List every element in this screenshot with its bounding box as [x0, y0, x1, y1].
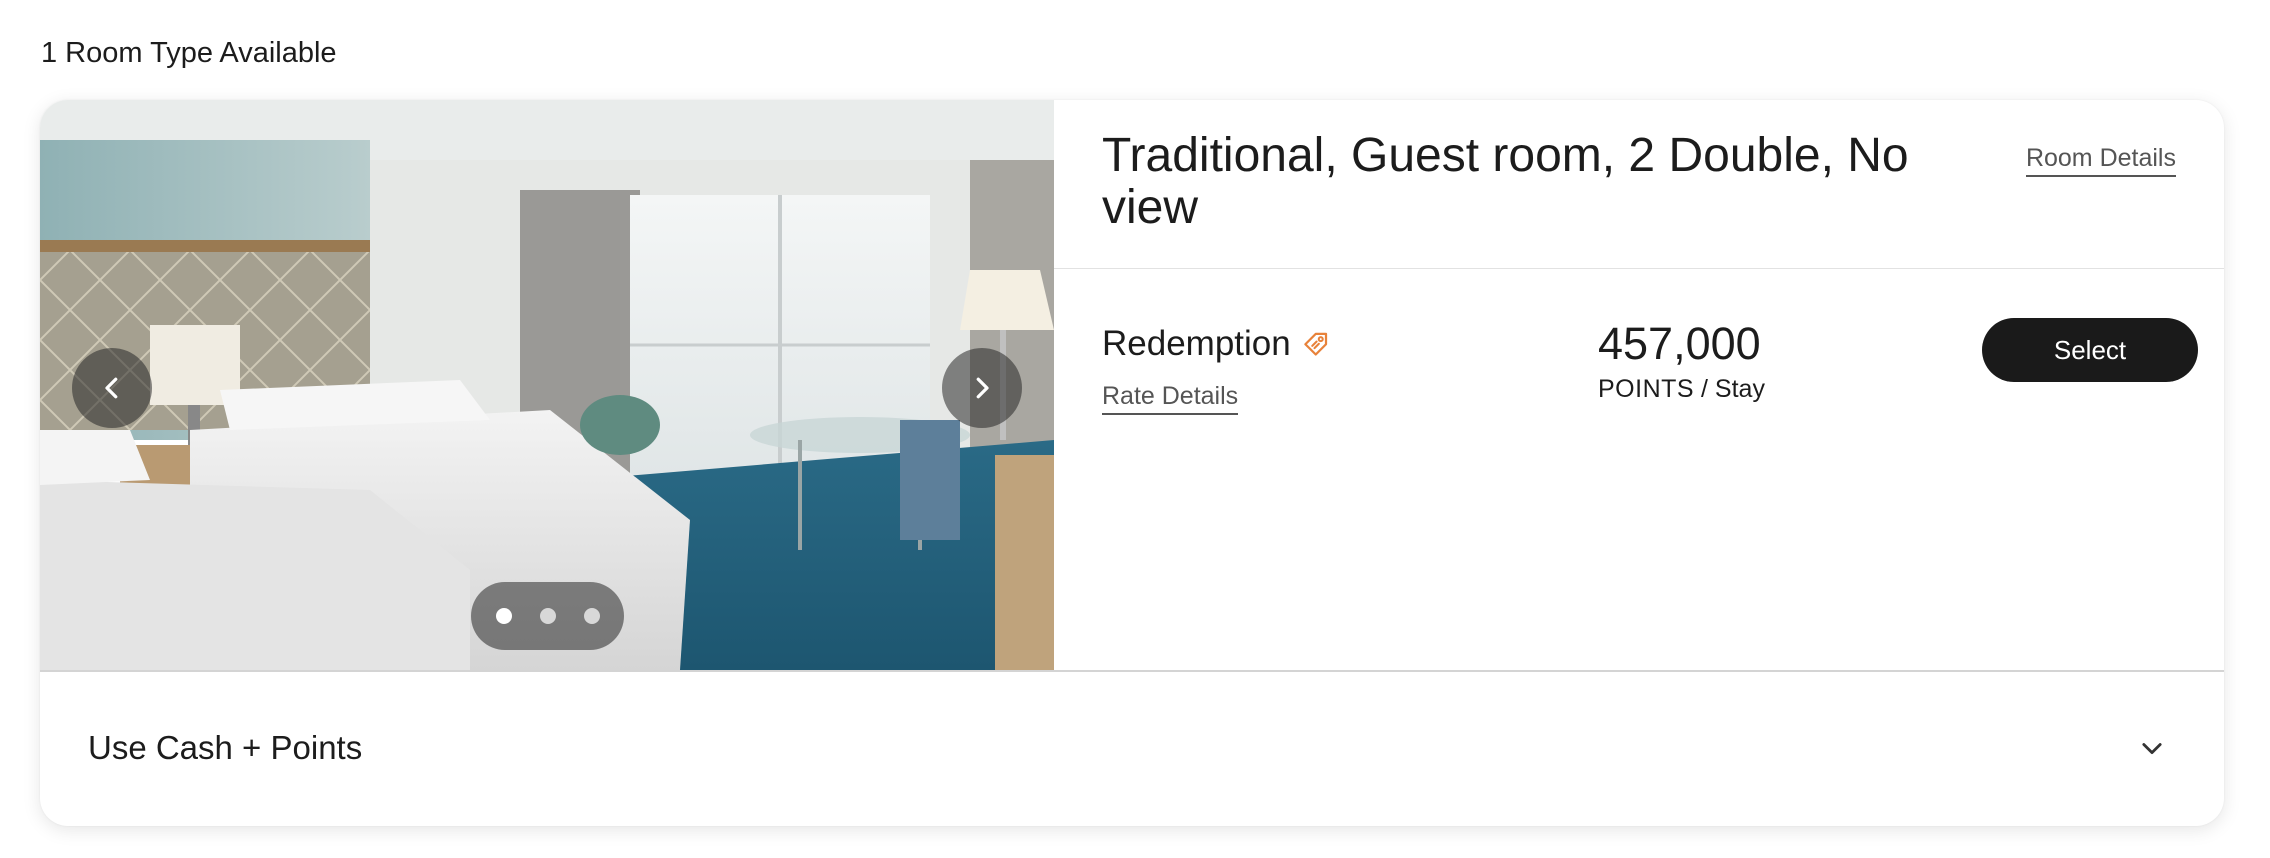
carousel-prev-button[interactable] [72, 348, 152, 428]
select-button[interactable]: Select [1982, 318, 2198, 382]
chevron-right-icon [976, 377, 989, 399]
room-photo-carousel[interactable] [40, 100, 1054, 670]
cash-points-label: Use Cash + Points [88, 729, 363, 766]
carousel-dot-1[interactable] [495, 608, 512, 624]
chevron-down-icon [2142, 743, 2162, 755]
carousel-dot-3[interactable] [583, 608, 600, 624]
points-unit: POINTS / Stay [1598, 374, 1765, 404]
carousel-pagination [471, 582, 624, 650]
rate-name-label: Redemption [1102, 324, 1291, 363]
chevron-left-icon [105, 377, 118, 399]
page: 1 Room Type Available Traditional, Guest… [0, 0, 2270, 858]
room-info-panel: Traditional, Guest room, 2 Double, No vi… [1054, 100, 2224, 670]
points-value: 457,000 [1598, 318, 1761, 369]
room-details-link[interactable]: Room Details [2025, 142, 2176, 177]
rooms-available-heading: 1 Room Type Available [41, 37, 337, 69]
carousel-next-button[interactable] [942, 348, 1022, 428]
divider [1054, 268, 2224, 269]
points-unit-label: POINTS [1598, 375, 1695, 403]
cash-points-expander[interactable]: Use Cash + Points [40, 672, 2224, 826]
rate-details-link[interactable]: Rate Details [1102, 380, 1239, 415]
rate-name: Redemption [1102, 323, 1331, 365]
carousel-dot-2[interactable] [539, 608, 556, 624]
room-title: Traditional, Guest room, 2 Double, No vi… [1102, 129, 1909, 234]
room-card: Traditional, Guest room, 2 Double, No vi… [40, 100, 2224, 826]
points-per-label: / Stay [1701, 375, 1765, 403]
price-tag-icon [1303, 332, 1327, 356]
